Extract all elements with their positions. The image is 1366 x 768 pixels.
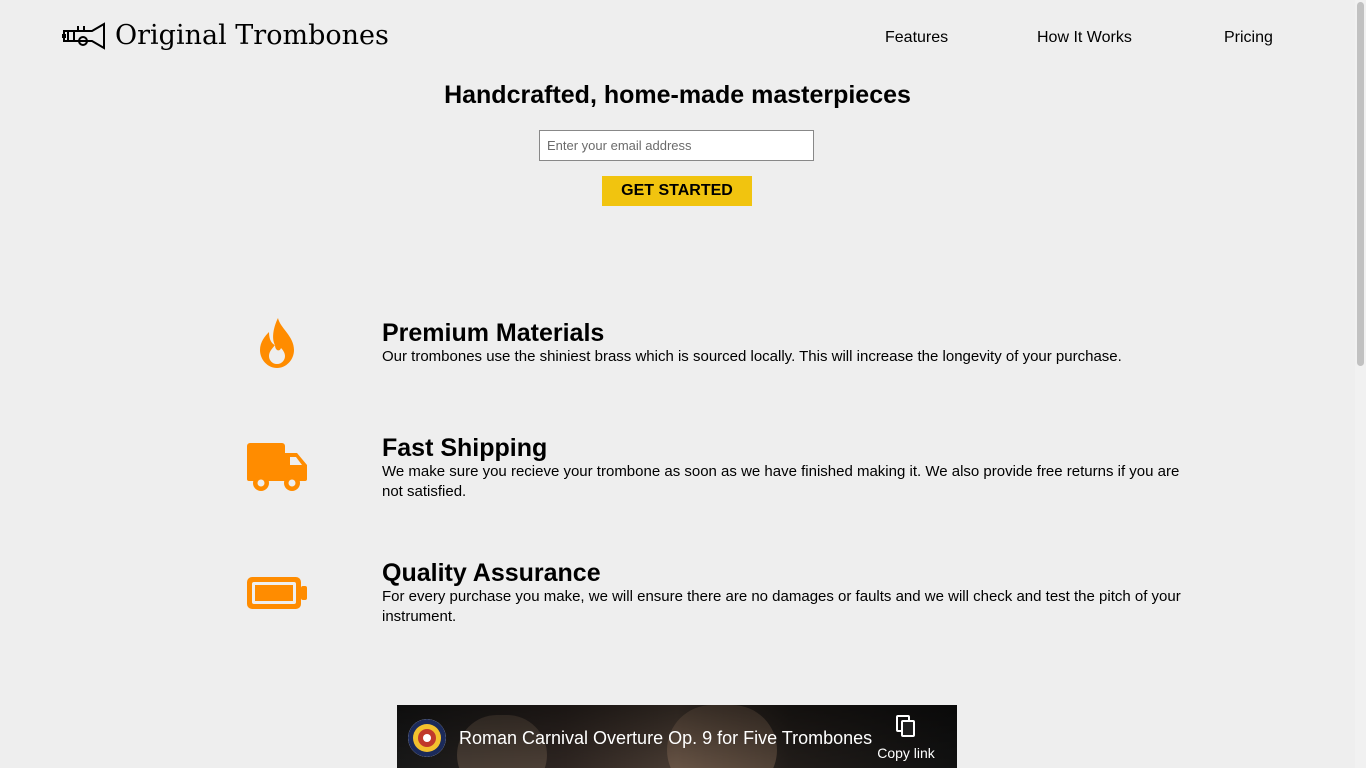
scrollbar-thumb[interactable] — [1357, 2, 1364, 366]
copy-link-button[interactable]: Copy link — [875, 715, 937, 761]
nav-link-how-it-works[interactable]: How It Works — [1037, 28, 1132, 48]
hero-title: Handcrafted, home-made masterpieces — [444, 81, 911, 109]
feature-title: Quality Assurance — [382, 559, 601, 587]
feature-title: Premium Materials — [382, 319, 605, 347]
nav-link-pricing[interactable]: Pricing — [1224, 28, 1273, 48]
feature-description: Our trombones use the shiniest brass whi… — [382, 348, 1122, 365]
video-embed[interactable]: Roman Carnival Overture Op. 9 for Five T… — [397, 705, 957, 768]
truck-icon — [237, 443, 317, 491]
nav-link-features[interactable]: Features — [885, 28, 948, 48]
channel-avatar-icon[interactable] — [408, 719, 446, 757]
main-nav: Features How It Works Pricing — [0, 28, 1355, 50]
site-header: Original Trombones Features How It Works… — [0, 0, 1355, 70]
feature-description: For every purchase you make, we will ens… — [382, 588, 1181, 625]
page-scrollbar[interactable] — [1355, 0, 1366, 768]
feature-title: Fast Shipping — [382, 434, 548, 462]
email-input[interactable] — [539, 130, 814, 161]
fire-icon — [237, 318, 317, 368]
battery-full-icon — [237, 576, 317, 610]
page: Original Trombones Features How It Works… — [0, 0, 1355, 768]
feature-description: We make sure you recieve your trombone a… — [382, 463, 1180, 500]
get-started-button[interactable]: GET STARTED — [602, 176, 752, 206]
copy-link-label: Copy link — [877, 745, 935, 761]
copy-icon — [895, 715, 917, 741]
video-title[interactable]: Roman Carnival Overture Op. 9 for Five T… — [459, 727, 872, 749]
